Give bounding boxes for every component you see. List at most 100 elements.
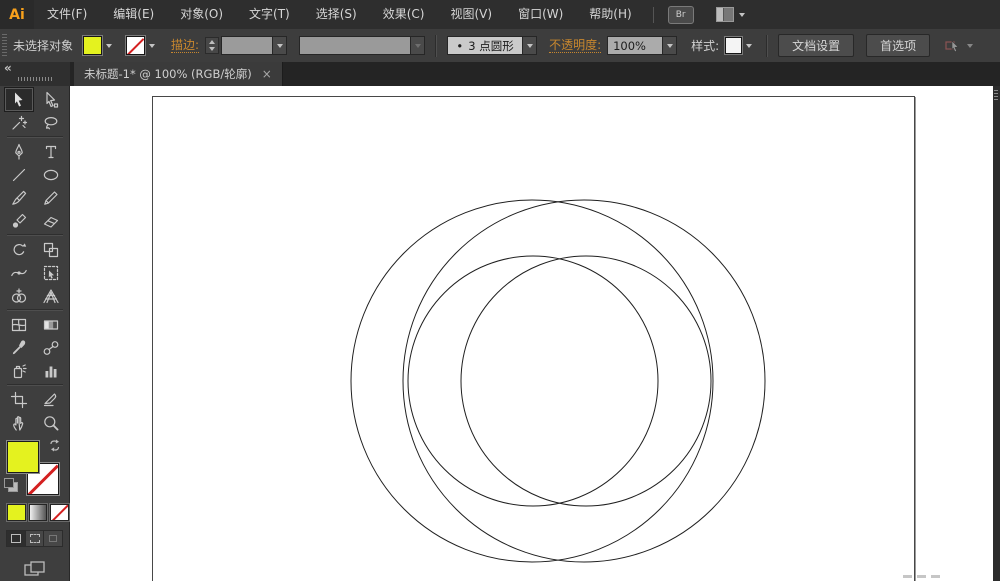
blob-brush-icon — [10, 212, 28, 230]
ellipse-tool[interactable] — [37, 163, 65, 186]
select-similar-icon — [944, 38, 962, 54]
artboard[interactable] — [152, 96, 915, 581]
slice-tool[interactable] — [37, 388, 65, 411]
menu-item-4[interactable]: 选择(S) — [303, 0, 370, 29]
brush-definition-input[interactable]: • 3 点圆形 — [447, 36, 523, 55]
artboard-tool[interactable] — [5, 388, 33, 411]
collapse-panel-icon[interactable]: « — [4, 62, 12, 74]
stroke-weight-dropdown[interactable] — [273, 36, 287, 55]
stroke-weight-stepper[interactable] — [205, 37, 219, 54]
column-graph-icon — [42, 362, 60, 380]
type-tool[interactable] — [37, 140, 65, 163]
width-tool[interactable] — [5, 261, 33, 284]
menu-item-7[interactable]: 窗口(W) — [505, 0, 576, 29]
chevron-down-icon — [739, 13, 745, 17]
zoom-tool[interactable] — [37, 411, 65, 434]
draw-behind-button[interactable] — [25, 531, 44, 546]
mesh-tool[interactable] — [5, 313, 33, 336]
scale-tool[interactable] — [37, 238, 65, 261]
close-icon[interactable]: × — [262, 68, 272, 80]
shape-builder-tool[interactable] — [5, 284, 33, 307]
variable-width-profile-input[interactable] — [299, 36, 411, 55]
default-fill-stroke-icon[interactable] — [4, 478, 17, 491]
ellipse-icon — [42, 166, 60, 184]
pen-tool[interactable] — [5, 140, 33, 163]
chevron-down-icon — [527, 44, 533, 48]
fill-dropdown-chevron-icon[interactable] — [106, 44, 112, 48]
style-dropdown-chevron-icon[interactable] — [746, 44, 752, 48]
none-button[interactable] — [50, 504, 69, 521]
brush-definition-dropdown[interactable] — [523, 36, 537, 55]
rotate-tool[interactable] — [5, 238, 33, 261]
gradient-tool[interactable] — [37, 313, 65, 336]
eyedropper-tool[interactable] — [5, 336, 33, 359]
magic-wand-tool[interactable] — [5, 111, 33, 134]
selection-tool[interactable] — [5, 88, 33, 111]
artboard-icon — [10, 391, 28, 409]
menu-item-2[interactable]: 对象(O) — [167, 0, 236, 29]
style-swatch[interactable] — [725, 37, 742, 54]
symbol-sprayer-tool[interactable] — [5, 359, 33, 382]
menu-item-3[interactable]: 文字(T) — [236, 0, 303, 29]
document-setup-button[interactable]: 文档设置 — [778, 34, 854, 57]
direct-selection-tool[interactable] — [37, 88, 65, 111]
app-logo: Ai — [0, 0, 34, 29]
blend-tool[interactable] — [37, 336, 65, 359]
toolbar-drag-grip[interactable] — [18, 77, 52, 81]
workspace-icon — [716, 7, 734, 22]
screen-mode-button[interactable] — [22, 561, 48, 577]
fill-color-indicator[interactable] — [7, 441, 39, 473]
stroke-color-swatch[interactable] — [126, 36, 145, 55]
workspace-switcher-button[interactable] — [716, 7, 745, 22]
line-segment-tool[interactable] — [5, 163, 33, 186]
chevron-down-icon — [277, 44, 283, 48]
dock-grip-mark — [994, 90, 998, 100]
stepper-down-icon — [209, 47, 215, 51]
opacity-input[interactable]: 100% — [607, 36, 663, 55]
drawing-mode-buttons — [6, 530, 63, 547]
fill-stroke-indicator — [0, 438, 69, 498]
lasso-tool[interactable] — [37, 111, 65, 134]
column-graph-tool[interactable] — [37, 359, 65, 382]
draw-inside-button[interactable] — [43, 531, 62, 546]
menu-item-6[interactable]: 视图(V) — [437, 0, 505, 29]
gradient-button[interactable] — [29, 504, 48, 521]
swap-fill-stroke-icon[interactable] — [48, 439, 62, 452]
free-transform-icon — [42, 264, 60, 282]
line-segment-icon — [10, 166, 28, 184]
opacity-dropdown[interactable] — [663, 36, 677, 55]
variable-width-profile-dropdown[interactable] — [411, 36, 425, 55]
bridge-icon[interactable]: Br — [668, 6, 694, 24]
document-tab[interactable]: 未标题-1* @ 100% (RGB/轮廓) × — [74, 62, 283, 86]
screen-mode-icon — [24, 561, 46, 577]
draw-normal-button[interactable] — [7, 531, 25, 546]
blob-brush-tool[interactable] — [5, 209, 33, 232]
stroke-weight-input[interactable] — [221, 36, 273, 55]
perspective-grid-tool[interactable] — [37, 284, 65, 307]
stroke-dropdown-chevron-icon[interactable] — [149, 44, 155, 48]
preferences-button[interactable]: 首选项 — [866, 34, 930, 57]
panel-grip[interactable] — [2, 34, 7, 58]
select-similar-button[interactable] — [944, 38, 973, 54]
opacity-panel-link[interactable]: 不透明度: — [549, 39, 601, 53]
tool-group-divider — [7, 234, 63, 236]
chevron-down-icon — [667, 44, 673, 48]
document-canvas[interactable] — [70, 86, 1000, 581]
menu-item-5[interactable]: 效果(C) — [370, 0, 438, 29]
paintbrush-tool[interactable] — [5, 186, 33, 209]
stroke-panel-link[interactable]: 描边: — [171, 39, 199, 53]
pencil-tool[interactable] — [37, 186, 65, 209]
menu-item-8[interactable]: 帮助(H) — [576, 0, 644, 29]
menu-item-0[interactable]: 文件(F) — [34, 0, 100, 29]
zoom-icon — [42, 414, 60, 432]
hand-tool[interactable] — [5, 411, 33, 434]
menu-item-1[interactable]: 编辑(E) — [100, 0, 167, 29]
fill-color-swatch[interactable] — [83, 36, 102, 55]
eraser-tool[interactable] — [37, 209, 65, 232]
free-transform-tool[interactable] — [37, 261, 65, 284]
circle-path — [408, 256, 658, 506]
color-button[interactable] — [7, 504, 26, 521]
document-tab-title: 未标题-1* @ 100% (RGB/轮廓) — [84, 66, 252, 82]
magic-wand-icon — [10, 114, 28, 132]
hand-icon — [10, 414, 28, 432]
